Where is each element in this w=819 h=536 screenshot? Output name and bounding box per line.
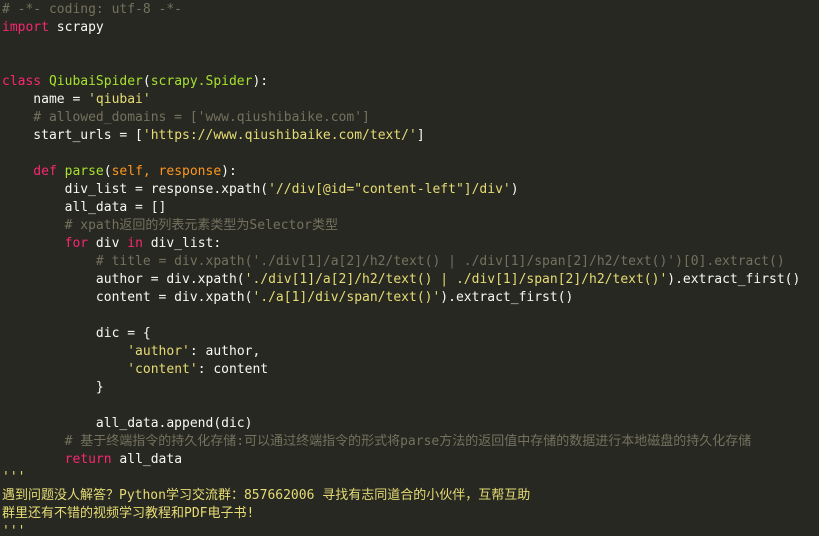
code-token: div_list = response.xpath( [2,182,269,197]
code-token: class [2,74,49,89]
code-token: '//div[@id="content-left"]/div' [268,182,511,197]
code-token: div [88,236,128,251]
code-token: ( [103,164,112,179]
code-token: 群里还有不错的视频学习教程和PDF电子书! [2,506,255,521]
code-token: # allowed_domains = ['www.qiushibaike.co… [2,110,370,125]
code-line[interactable]: # 基于终端指令的持久化存储:可以通过终端指令的形式将parse方法的返回值中存… [0,433,819,451]
code-line[interactable]: ''' [0,523,819,536]
code-token: dic = { [2,326,151,341]
code-token: './a[1]/div/span/text()' [252,290,441,305]
code-line[interactable]: div_list = response.xpath('//div[@id="co… [0,181,819,199]
code-line[interactable]: 群里还有不错的视频学习教程和PDF电子书! [0,505,819,523]
code-token: div_list: [142,236,222,251]
code-token: all_data = [] [2,200,167,215]
code-token: content = div.xpath( [2,290,253,305]
code-token: # xpath返回的列表元素类型为Selector类型 [2,218,339,233]
code-line[interactable]: all_data = [] [0,199,819,217]
code-line[interactable] [0,37,819,55]
code-token: ( [142,74,151,89]
code-token: 'https://www.qiushibaike.com/text/' [142,128,417,143]
code-line[interactable]: return all_data [0,451,819,469]
code-token: start_urls = [ [2,128,143,143]
code-token: scrapy [48,20,104,35]
code-token: ): [221,164,237,179]
code-token: QiubaiSpider [48,74,143,89]
code-token: author = div.xpath( [2,272,245,287]
code-token: ''' [2,524,26,536]
code-line[interactable] [0,55,819,73]
code-token: self, response [111,164,222,179]
code-token: ] [416,128,425,143]
code-token: name = [2,92,89,107]
code-token: ) [510,182,519,197]
code-token: scrapy.Spider [150,74,253,89]
code-line[interactable]: all_data.append(dic) [0,415,819,433]
code-line[interactable]: } [0,379,819,397]
code-line[interactable]: # xpath返回的列表元素类型为Selector类型 [0,217,819,235]
code-token: # -*- coding: utf-8 -*- [2,2,183,17]
code-token: ''' [2,470,26,485]
code-token: 遇到问题没人解答？Python学习交流群：857662006 寻找有志同道合的小… [2,488,531,503]
code-token: 'qiubai' [88,92,151,107]
code-line[interactable]: content = div.xpath('./a[1]/div/span/tex… [0,289,819,307]
code-line[interactable]: for div in div_list: [0,235,819,253]
code-line[interactable]: 遇到问题没人解答？Python学习交流群：857662006 寻找有志同道合的小… [0,487,819,505]
code-token: import [2,20,49,35]
code-token: 'content' [127,362,198,377]
code-line[interactable] [0,397,819,415]
code-token: all_data.append(dic) [2,416,253,431]
code-line[interactable] [0,145,819,163]
code-line[interactable]: author = div.xpath('./div[1]/a[2]/h2/tex… [0,271,819,289]
code-line[interactable]: import scrapy [0,19,819,37]
code-token: for [64,236,89,251]
code-token: 'author' [127,344,190,359]
code-line[interactable]: dic = { [0,325,819,343]
code-line[interactable]: start_urls = ['https://www.qiushibaike.c… [0,127,819,145]
code-token: return [64,452,112,467]
code-line[interactable] [0,307,819,325]
code-line[interactable]: 'author': author, [0,343,819,361]
code-line[interactable]: ''' [0,469,819,487]
code-line[interactable]: def parse(self, response): [0,163,819,181]
code-token: ).extract_first() [440,290,574,305]
code-token: parse [64,164,104,179]
code-line[interactable]: 'content': content [0,361,819,379]
code-token: def [2,164,65,179]
code-line[interactable]: name = 'qiubai' [0,91,819,109]
code-token: all_data [111,452,183,467]
code-editor[interactable]: # -*- coding: utf-8 -*- import scrapy clas… [0,0,819,536]
code-line[interactable]: class QiubaiSpider(scrapy.Spider): [0,73,819,91]
code-token: # title = div.xpath('./div[1]/a[2]/h2/te… [2,254,785,269]
code-token: # 基于终端指令的持久化存储:可以通过终端指令的形式将parse方法的返回值中存… [2,434,752,449]
code-token: : author, [189,344,261,359]
code-area[interactable]: # -*- coding: utf-8 -*- import scrapy clas… [0,1,819,536]
code-line[interactable]: # -*- coding: utf-8 -*- [0,1,819,19]
code-token: } [2,380,104,395]
code-token: ): [252,74,269,89]
code-token: in [127,236,143,251]
code-line[interactable]: # title = div.xpath('./div[1]/a[2]/h2/te… [0,253,819,271]
code-line[interactable]: # allowed_domains = ['www.qiushibaike.co… [0,109,819,127]
code-token: : content [197,362,269,377]
code-token: ).extract_first() [667,272,801,287]
code-token: './div[1]/a[2]/h2/text() | ./div[1]/span… [244,272,668,287]
